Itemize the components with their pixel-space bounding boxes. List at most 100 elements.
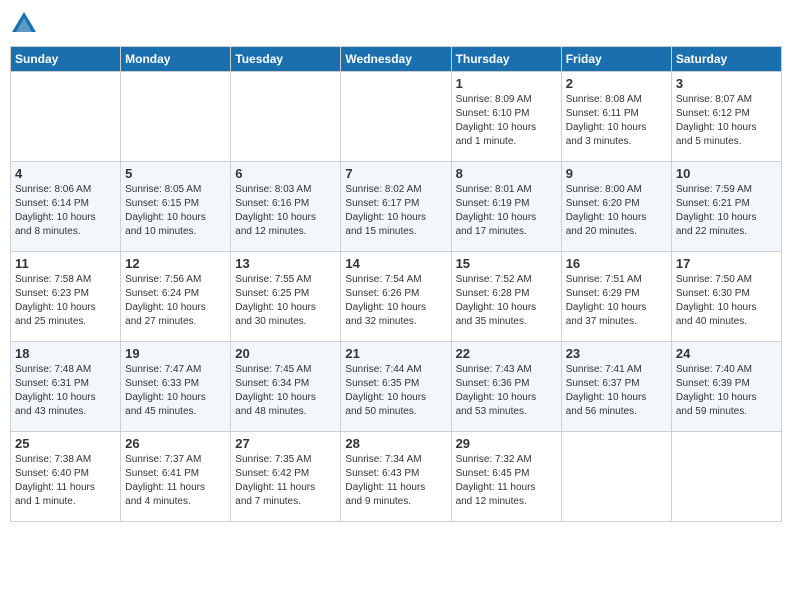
calendar-cell-w3-d0: 18 Sunrise: 7:48 AM Sunset: 6:31 PM Dayli… bbox=[11, 342, 121, 432]
weekday-header-wednesday: Wednesday bbox=[341, 47, 451, 72]
day-info: Sunrise: 7:43 AM Sunset: 6:36 PM Dayligh… bbox=[456, 363, 557, 419]
day-number: 29 bbox=[456, 436, 557, 451]
day-number: 7 bbox=[345, 166, 446, 181]
day-info: Sunrise: 7:35 AM Sunset: 6:42 PM Dayligh… bbox=[235, 453, 336, 509]
day-number: 8 bbox=[456, 166, 557, 181]
calendar-cell-w1-d2: 6 Sunrise: 8:03 AM Sunset: 6:16 PM Daylig… bbox=[231, 162, 341, 252]
calendar-cell-w0-d0 bbox=[11, 72, 121, 162]
day-number: 24 bbox=[676, 346, 777, 361]
calendar-cell-w0-d4: 1Sunrise: 8:09 AM Sunset: 6:10 PM Daylig… bbox=[451, 72, 561, 162]
day-info: Sunrise: 7:38 AM Sunset: 6:40 PM Dayligh… bbox=[15, 453, 116, 509]
day-info: Sunrise: 7:58 AM Sunset: 6:23 PM Dayligh… bbox=[15, 273, 116, 329]
day-number: 4 bbox=[15, 166, 116, 181]
day-info: Sunrise: 7:47 AM Sunset: 6:33 PM Dayligh… bbox=[125, 363, 226, 419]
calendar-cell-w3-d5: 23 Sunrise: 7:41 AM Sunset: 6:37 PM Dayli… bbox=[561, 342, 671, 432]
calendar-table: SundayMondayTuesdayWednesdayThursdayFrid… bbox=[10, 46, 782, 522]
day-number: 13 bbox=[235, 256, 336, 271]
calendar-cell-w4-d2: 27 Sunrise: 7:35 AM Sunset: 6:42 PM Dayli… bbox=[231, 432, 341, 522]
day-number: 12 bbox=[125, 256, 226, 271]
weekday-header-friday: Friday bbox=[561, 47, 671, 72]
calendar-cell-w1-d6: 10 Sunrise: 7:59 AM Sunset: 6:21 PM Dayli… bbox=[671, 162, 781, 252]
day-info: Sunrise: 8:08 AM Sunset: 6:11 PM Dayligh… bbox=[566, 93, 667, 149]
day-number: 27 bbox=[235, 436, 336, 451]
calendar-cell-w2-d4: 15 Sunrise: 7:52 AM Sunset: 6:28 PM Dayli… bbox=[451, 252, 561, 342]
day-number: 20 bbox=[235, 346, 336, 361]
calendar-cell-w1-d5: 9 Sunrise: 8:00 AM Sunset: 6:20 PM Daylig… bbox=[561, 162, 671, 252]
day-info: Sunrise: 8:05 AM Sunset: 6:15 PM Dayligh… bbox=[125, 183, 226, 239]
day-number: 18 bbox=[15, 346, 116, 361]
weekday-header-sunday: Sunday bbox=[11, 47, 121, 72]
calendar-cell-w0-d6: 3 Sunrise: 8:07 AM Sunset: 6:12 PM Daylig… bbox=[671, 72, 781, 162]
page-header bbox=[10, 10, 782, 38]
day-number: 15 bbox=[456, 256, 557, 271]
day-info: Sunrise: 7:50 AM Sunset: 6:30 PM Dayligh… bbox=[676, 273, 777, 329]
weekday-header-monday: Monday bbox=[121, 47, 231, 72]
day-number: 11 bbox=[15, 256, 116, 271]
day-info: Sunrise: 7:56 AM Sunset: 6:24 PM Dayligh… bbox=[125, 273, 226, 329]
day-info: Sunrise: 7:34 AM Sunset: 6:43 PM Dayligh… bbox=[345, 453, 446, 509]
logo bbox=[10, 10, 40, 38]
day-number: 3 bbox=[676, 76, 777, 91]
day-info: Sunrise: 7:45 AM Sunset: 6:34 PM Dayligh… bbox=[235, 363, 336, 419]
calendar-cell-w2-d1: 12 Sunrise: 7:56 AM Sunset: 6:24 PM Dayli… bbox=[121, 252, 231, 342]
day-info: Sunrise: 8:02 AM Sunset: 6:17 PM Dayligh… bbox=[345, 183, 446, 239]
calendar-cell-w2-d3: 14 Sunrise: 7:54 AM Sunset: 6:26 PM Dayli… bbox=[341, 252, 451, 342]
day-info: Sunrise: 7:51 AM Sunset: 6:29 PM Dayligh… bbox=[566, 273, 667, 329]
day-number: 9 bbox=[566, 166, 667, 181]
calendar-cell-w3-d6: 24 Sunrise: 7:40 AM Sunset: 6:39 PM Dayli… bbox=[671, 342, 781, 432]
weekday-header-thursday: Thursday bbox=[451, 47, 561, 72]
calendar-cell-w4-d6 bbox=[671, 432, 781, 522]
day-number: 21 bbox=[345, 346, 446, 361]
day-number: 26 bbox=[125, 436, 226, 451]
day-info: Sunrise: 7:54 AM Sunset: 6:26 PM Dayligh… bbox=[345, 273, 446, 329]
day-info: Sunrise: 7:41 AM Sunset: 6:37 PM Dayligh… bbox=[566, 363, 667, 419]
calendar-cell-w3-d1: 19 Sunrise: 7:47 AM Sunset: 6:33 PM Dayli… bbox=[121, 342, 231, 432]
weekday-header-tuesday: Tuesday bbox=[231, 47, 341, 72]
day-info: Sunrise: 7:59 AM Sunset: 6:21 PM Dayligh… bbox=[676, 183, 777, 239]
day-number: 25 bbox=[15, 436, 116, 451]
calendar-cell-w4-d4: 29 Sunrise: 7:32 AM Sunset: 6:45 PM Dayli… bbox=[451, 432, 561, 522]
weekday-header-saturday: Saturday bbox=[671, 47, 781, 72]
logo-icon bbox=[10, 10, 38, 38]
day-number: 23 bbox=[566, 346, 667, 361]
day-number: 16 bbox=[566, 256, 667, 271]
calendar-cell-w4-d3: 28 Sunrise: 7:34 AM Sunset: 6:43 PM Dayli… bbox=[341, 432, 451, 522]
day-number: 17 bbox=[676, 256, 777, 271]
day-info: Sunrise: 7:48 AM Sunset: 6:31 PM Dayligh… bbox=[15, 363, 116, 419]
day-number: 14 bbox=[345, 256, 446, 271]
calendar-cell-w2-d2: 13Sunrise: 7:55 AM Sunset: 6:25 PM Dayli… bbox=[231, 252, 341, 342]
calendar-cell-w4-d1: 26 Sunrise: 7:37 AM Sunset: 6:41 PM Dayli… bbox=[121, 432, 231, 522]
calendar-cell-w1-d4: 8 Sunrise: 8:01 AM Sunset: 6:19 PM Daylig… bbox=[451, 162, 561, 252]
calendar-cell-w1-d0: 4 Sunrise: 8:06 AM Sunset: 6:14 PM Daylig… bbox=[11, 162, 121, 252]
day-number: 6 bbox=[235, 166, 336, 181]
calendar-cell-w2-d0: 11 Sunrise: 7:58 AM Sunset: 6:23 PM Dayli… bbox=[11, 252, 121, 342]
calendar-cell-w0-d1 bbox=[121, 72, 231, 162]
calendar-cell-w4-d5 bbox=[561, 432, 671, 522]
day-info: Sunrise: 8:00 AM Sunset: 6:20 PM Dayligh… bbox=[566, 183, 667, 239]
day-info: Sunrise: 8:07 AM Sunset: 6:12 PM Dayligh… bbox=[676, 93, 777, 149]
day-number: 10 bbox=[676, 166, 777, 181]
day-number: 5 bbox=[125, 166, 226, 181]
day-info: Sunrise: 7:52 AM Sunset: 6:28 PM Dayligh… bbox=[456, 273, 557, 329]
day-info: Sunrise: 7:32 AM Sunset: 6:45 PM Dayligh… bbox=[456, 453, 557, 509]
day-number: 2 bbox=[566, 76, 667, 91]
calendar-cell-w2-d5: 16 Sunrise: 7:51 AM Sunset: 6:29 PM Dayli… bbox=[561, 252, 671, 342]
day-info: Sunrise: 8:06 AM Sunset: 6:14 PM Dayligh… bbox=[15, 183, 116, 239]
day-info: Sunrise: 7:44 AM Sunset: 6:35 PM Dayligh… bbox=[345, 363, 446, 419]
day-number: 22 bbox=[456, 346, 557, 361]
day-info: Sunrise: 8:03 AM Sunset: 6:16 PM Dayligh… bbox=[235, 183, 336, 239]
calendar-cell-w0-d3 bbox=[341, 72, 451, 162]
calendar-cell-w0-d5: 2 Sunrise: 8:08 AM Sunset: 6:11 PM Daylig… bbox=[561, 72, 671, 162]
day-info: Sunrise: 8:09 AM Sunset: 6:10 PM Dayligh… bbox=[456, 93, 557, 149]
calendar-cell-w1-d3: 7 Sunrise: 8:02 AM Sunset: 6:17 PM Daylig… bbox=[341, 162, 451, 252]
calendar-cell-w0-d2 bbox=[231, 72, 341, 162]
day-info: Sunrise: 8:01 AM Sunset: 6:19 PM Dayligh… bbox=[456, 183, 557, 239]
day-info: Sunrise: 7:40 AM Sunset: 6:39 PM Dayligh… bbox=[676, 363, 777, 419]
calendar-cell-w3-d4: 22 Sunrise: 7:43 AM Sunset: 6:36 PM Dayli… bbox=[451, 342, 561, 432]
day-number: 28 bbox=[345, 436, 446, 451]
calendar-cell-w2-d6: 17 Sunrise: 7:50 AM Sunset: 6:30 PM Dayli… bbox=[671, 252, 781, 342]
day-number: 19 bbox=[125, 346, 226, 361]
calendar-cell-w1-d1: 5 Sunrise: 8:05 AM Sunset: 6:15 PM Daylig… bbox=[121, 162, 231, 252]
calendar-cell-w3-d3: 21 Sunrise: 7:44 AM Sunset: 6:35 PM Dayli… bbox=[341, 342, 451, 432]
day-info: Sunrise: 7:37 AM Sunset: 6:41 PM Dayligh… bbox=[125, 453, 226, 509]
